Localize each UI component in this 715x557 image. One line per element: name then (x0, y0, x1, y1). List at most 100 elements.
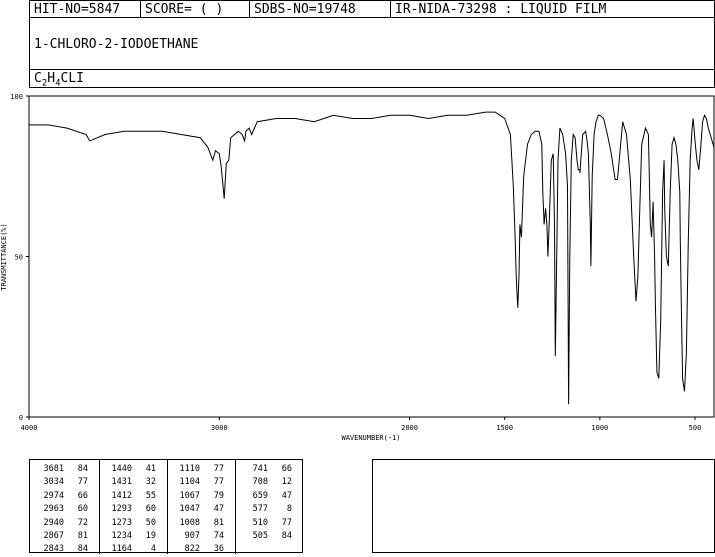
peak-row: 3034 77 (34, 476, 88, 489)
peak-column-divider (99, 460, 100, 554)
peak-transmittance: 36 (213, 544, 224, 555)
peak-wavenumber: 1431 (111, 477, 132, 488)
peak-row: 1440 41 (102, 463, 156, 476)
peak-transmittance: 8 (286, 504, 292, 515)
peak-transmittance: 50 (145, 517, 156, 528)
peak-column: 3681 84 3034 77 2974 66 2963 60 2940 72 2867 81 2843… (34, 463, 88, 557)
peak-transmittance: 41 (145, 464, 156, 474)
x-tick-label: 1000 (591, 424, 608, 432)
peak-transmittance: 74 (213, 531, 224, 542)
peak-transmittance: 12 (281, 477, 292, 488)
peak-row: 1164 4 (102, 543, 156, 556)
x-axis-label: WAVENUMBER(-1) (341, 434, 400, 442)
peak-column-divider (167, 460, 168, 554)
peak-wavenumber: 505 (252, 531, 268, 542)
peak-wavenumber: 1440 (111, 464, 132, 474)
peak-transmittance: 60 (77, 504, 88, 515)
y-axis-label: TRANSMITTANCE(%) (0, 223, 8, 290)
ir-spectrum-chart: 0 50 100 4000 3000 2000 1500 1000 500 WAVENUMBE… (0, 93, 715, 442)
peak-transmittance: 77 (77, 477, 88, 488)
peak-row: 577 8 (238, 503, 292, 516)
peak-wavenumber: 510 (252, 517, 268, 528)
peak-column: 1110 77 1104 77 1067 79 1047 47 1008 81 907 74 822 36 (170, 463, 224, 557)
peak-row: 3681 84 (34, 463, 88, 476)
peak-row: 1234 19 (102, 530, 156, 543)
peak-wavenumber: 659 (252, 490, 268, 501)
peak-row: 708 12 (238, 476, 292, 489)
peak-transmittance: 4 (150, 544, 156, 555)
peak-row: 907 74 (170, 530, 224, 543)
peak-wavenumber: 1164 (111, 544, 132, 555)
peak-transmittance: 81 (213, 517, 224, 528)
peak-wavenumber: 1067 (179, 490, 200, 501)
peak-transmittance: 47 (213, 504, 224, 515)
peak-list: 3681 84 3034 77 2974 66 2963 60 2940 72 2867 81 2843… (30, 460, 304, 554)
peak-row: 1293 60 (102, 503, 156, 516)
peak-wavenumber: 2974 (43, 490, 64, 501)
peak-transmittance: 77 (213, 464, 224, 474)
peak-transmittance: 47 (281, 490, 292, 501)
peak-row: 2963 60 (34, 503, 88, 516)
peak-wavenumber: 2843 (43, 544, 64, 555)
peak-row: 822 36 (170, 543, 224, 556)
notes-box (372, 459, 715, 553)
peak-transmittance: 55 (145, 490, 156, 501)
peak-wavenumber: 2940 (43, 517, 64, 528)
peak-transmittance: 60 (145, 504, 156, 515)
peak-transmittance: 84 (77, 544, 88, 555)
peak-transmittance: 66 (77, 490, 88, 501)
peak-row: 1104 77 (170, 476, 224, 489)
x-tick-label: 500 (689, 424, 702, 432)
peak-wavenumber: 1104 (179, 477, 200, 488)
x-tick-label: 2000 (401, 424, 418, 432)
peak-row: 2974 66 (34, 490, 88, 503)
peak-wavenumber: 1293 (111, 504, 132, 515)
peak-transmittance: 72 (77, 517, 88, 528)
peak-wavenumber: 822 (184, 544, 200, 555)
peak-column: 1440 41 1431 32 1412 55 1293 60 1273 50 1234 19 1164… (102, 463, 156, 557)
peak-transmittance: 19 (145, 531, 156, 542)
peak-wavenumber: 3681 (43, 464, 64, 474)
x-tick-label: 4000 (21, 424, 38, 432)
peak-wavenumber: 907 (184, 531, 200, 542)
peak-row: 505 84 (238, 530, 292, 543)
peak-row: 659 47 (238, 490, 292, 503)
plot-frame (28, 95, 715, 418)
peak-row: 1273 50 (102, 517, 156, 530)
peak-column-divider (235, 460, 236, 554)
peak-column: 741 66 708 12 659 47 577 8 510 77 505 84 (238, 463, 292, 543)
peak-row: 1412 55 (102, 490, 156, 503)
peak-transmittance: 77 (281, 517, 292, 528)
x-tick-label: 1500 (496, 424, 513, 432)
y-tick-label: 0 (19, 414, 23, 422)
peak-row: 510 77 (238, 517, 292, 530)
peak-transmittance: 32 (145, 477, 156, 488)
peak-wavenumber: 577 (252, 504, 268, 515)
peak-wavenumber: 2867 (43, 531, 64, 542)
peak-wavenumber: 708 (252, 477, 268, 488)
peak-transmittance: 84 (281, 531, 292, 542)
peak-row: 1110 77 (170, 463, 224, 476)
peak-row: 1008 81 (170, 517, 224, 530)
y-tick-label: 100 (10, 93, 23, 101)
peak-wavenumber: 1412 (111, 490, 132, 501)
peak-wavenumber: 2963 (43, 504, 64, 515)
peak-table: 3681 84 3034 77 2974 66 2963 60 2940 72 2867 81 2843… (29, 459, 304, 554)
peak-wavenumber: 1273 (111, 517, 132, 528)
peak-transmittance: 77 (213, 477, 224, 488)
peak-row: 2843 84 (34, 543, 88, 556)
peak-transmittance: 81 (77, 531, 88, 542)
peak-wavenumber: 1234 (111, 531, 132, 542)
peak-wavenumber: 3034 (43, 477, 64, 488)
peak-row: 2940 72 (34, 517, 88, 530)
peak-row: 1431 32 (102, 476, 156, 489)
peak-row: 1047 47 (170, 503, 224, 516)
peak-row: 741 66 (238, 463, 292, 476)
peak-wavenumber: 1047 (179, 504, 200, 515)
peak-transmittance: 84 (77, 464, 88, 474)
peak-row: 1067 79 (170, 490, 224, 503)
peak-row: 2867 81 (34, 530, 88, 543)
peak-transmittance: 66 (281, 464, 292, 474)
spectrum-line (29, 111, 715, 405)
peak-transmittance: 79 (213, 490, 224, 501)
